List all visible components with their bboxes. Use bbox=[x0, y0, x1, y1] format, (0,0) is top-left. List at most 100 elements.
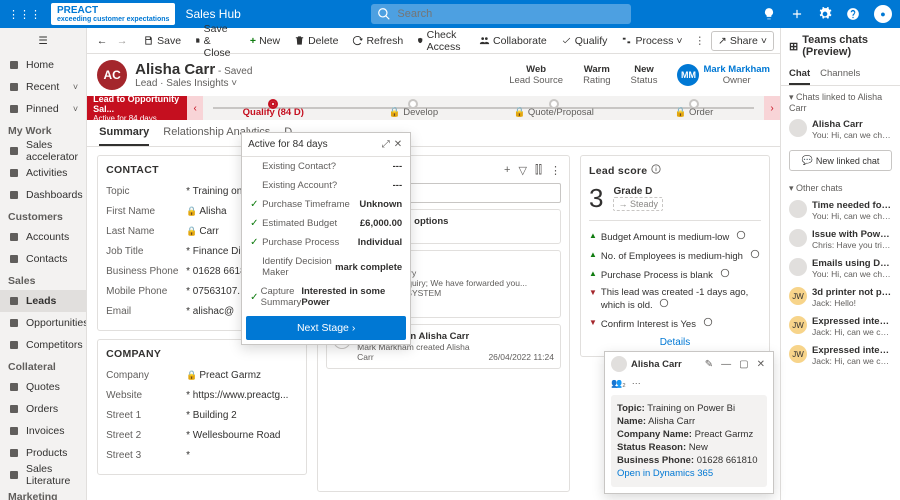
chat-popout-icon[interactable]: ▢ bbox=[737, 359, 750, 370]
tab-0[interactable]: Summary bbox=[99, 120, 149, 146]
settings-icon[interactable] bbox=[818, 7, 832, 21]
info-icon[interactable] bbox=[720, 268, 730, 278]
check-access-button[interactable]: Check Access bbox=[411, 26, 471, 56]
field-value[interactable]: 🔒Preact Garmz bbox=[186, 370, 298, 381]
flyout-field[interactable]: ✓Purchase ProcessIndividual bbox=[242, 233, 410, 252]
refresh-button[interactable]: Refresh bbox=[346, 32, 409, 50]
flyout-field[interactable]: ✓Purchase TimeframeUnknown bbox=[242, 195, 410, 214]
chat-edit-icon[interactable]: ✎ bbox=[703, 359, 715, 370]
field-value[interactable]: * Wellesbourne Road bbox=[186, 430, 298, 441]
timeline-add-icon[interactable]: + bbox=[504, 164, 510, 177]
nav-item-quotes[interactable]: Quotes bbox=[0, 376, 86, 398]
flyout-field[interactable]: Existing Account?--- bbox=[242, 176, 410, 195]
other-chat-item[interactable]: Issue with Power SupplyChris: Have you t… bbox=[781, 225, 900, 254]
flyout-field[interactable]: ✓Capture SummaryInterested in some Power bbox=[242, 282, 410, 312]
process-name[interactable]: Lead to Opportunity Sal... Active for 84… bbox=[87, 96, 187, 120]
flyout-popout-icon[interactable]: ⤢ bbox=[380, 137, 392, 152]
stage-prev[interactable]: ‹ bbox=[187, 96, 203, 120]
chat-more-icon[interactable]: ⋯ bbox=[632, 378, 641, 389]
owner-value[interactable]: Mark Markham bbox=[703, 64, 770, 75]
lightbulb-icon[interactable] bbox=[762, 7, 776, 21]
process-button[interactable]: Process ˅ bbox=[615, 32, 688, 50]
nav-item-sales-accelerator[interactable]: Sales accelerator bbox=[0, 140, 86, 162]
stage-next[interactable]: › bbox=[764, 96, 780, 120]
back-button[interactable]: ← bbox=[93, 32, 111, 50]
save-button[interactable]: Save bbox=[137, 32, 187, 50]
stage-2[interactable]: 🔒 Quote/Proposal bbox=[484, 96, 624, 120]
collaborate-button[interactable]: Collaborate bbox=[473, 32, 553, 50]
new-linked-chat-button[interactable]: 💬New linked chat bbox=[789, 150, 892, 171]
flyout-field[interactable]: Existing Contact?--- bbox=[242, 157, 410, 176]
nav-item-orders[interactable]: Orders bbox=[0, 398, 86, 420]
forward-button[interactable]: → bbox=[113, 32, 131, 50]
next-stage-button[interactable]: Next Stage › bbox=[246, 316, 406, 340]
nav-item-invoices[interactable]: Invoices bbox=[0, 420, 86, 442]
other-chat-item[interactable]: Emails using Dynamics NoYou: Hi, can we … bbox=[781, 254, 900, 283]
nav-item-opportunities[interactable]: Opportunities bbox=[0, 312, 86, 334]
stage-0[interactable]: Qualify (84 D) bbox=[203, 96, 343, 120]
nav-item-sales-literature[interactable]: Sales Literature bbox=[0, 464, 86, 486]
flyout-field[interactable]: Identify Decision Makermark complete bbox=[242, 252, 410, 282]
nav-item-leads[interactable]: Leads bbox=[0, 290, 86, 312]
stage-3[interactable]: 🔒 Order bbox=[624, 96, 764, 120]
nav-item-contacts[interactable]: Contacts bbox=[0, 248, 86, 270]
user-avatar[interactable]: ● bbox=[874, 5, 892, 23]
field-row[interactable]: Street 3* bbox=[106, 446, 298, 466]
search-input[interactable] bbox=[397, 8, 625, 20]
other-chat-item[interactable]: JWExpressed interest in A. DaJack: Hi, c… bbox=[781, 341, 900, 370]
linked-chats-section[interactable]: Chats linked to Alisha Carr bbox=[781, 86, 900, 115]
stage-1[interactable]: 🔒 Develop bbox=[343, 96, 483, 120]
qualify-button[interactable]: Qualify bbox=[555, 32, 614, 50]
field-row[interactable]: Street 1* Building 2 bbox=[106, 406, 298, 426]
teams-tab-chat[interactable]: Chat bbox=[789, 64, 810, 85]
info-icon[interactable] bbox=[703, 317, 713, 327]
nav-item-pinned[interactable]: Pinned˅ bbox=[0, 98, 86, 120]
chat-avatar bbox=[611, 356, 627, 372]
trend-down-icon: ▼ bbox=[589, 288, 597, 297]
shield-icon bbox=[417, 35, 423, 46]
nav-item-competitors[interactable]: Competitors bbox=[0, 334, 86, 356]
other-chat-item[interactable]: JW3d printer not printing coJack: Hello! bbox=[781, 283, 900, 312]
field-value[interactable]: * bbox=[186, 450, 298, 461]
timeline-sort-icon[interactable]: ⫿⫿ bbox=[535, 164, 542, 177]
delete-button[interactable]: Delete bbox=[288, 32, 344, 50]
new-button[interactable]: +New bbox=[244, 32, 286, 50]
info-icon[interactable] bbox=[659, 298, 669, 308]
teams-tab-channels[interactable]: Channels bbox=[820, 64, 860, 85]
nav-item-products[interactable]: Products bbox=[0, 442, 86, 464]
chat-close-icon[interactable]: ✕ bbox=[755, 359, 767, 370]
help-icon[interactable] bbox=[846, 7, 860, 21]
nav-item-recent[interactable]: Recent˅ bbox=[0, 76, 86, 98]
nav-toggle[interactable]: ☰ bbox=[0, 28, 86, 54]
timeline-more-icon[interactable]: ⋮ bbox=[550, 164, 561, 177]
flyout-field[interactable]: ✓Estimated Budget£6,000.00 bbox=[242, 214, 410, 233]
open-dynamics-link[interactable]: Open in Dynamics 365 bbox=[617, 468, 761, 479]
linked-chat-item[interactable]: Alisha Carr You: Hi, can we chat about t… bbox=[781, 115, 900, 144]
info-icon[interactable] bbox=[651, 164, 661, 174]
doc-icon bbox=[8, 425, 20, 437]
field-row[interactable]: Street 2* Wellesbourne Road bbox=[106, 426, 298, 446]
nav-item-accounts[interactable]: Accounts bbox=[0, 226, 86, 248]
field-row[interactable]: Company🔒Preact Garmz bbox=[106, 366, 298, 386]
field-value[interactable]: * https://www.preactg... bbox=[186, 390, 298, 401]
chat-participants-icon[interactable]: 👥₂ bbox=[611, 378, 626, 389]
field-row[interactable]: Website* https://www.preactg... bbox=[106, 386, 298, 406]
global-search[interactable] bbox=[371, 4, 631, 24]
nav-item-activities[interactable]: Activities bbox=[0, 162, 86, 184]
timeline-filter-icon[interactable]: ▽ bbox=[518, 164, 526, 177]
other-chats-section[interactable]: Other chats bbox=[781, 177, 900, 196]
nav-item-home[interactable]: Home bbox=[0, 54, 86, 76]
info-icon[interactable] bbox=[736, 230, 746, 240]
share-button[interactable]: ↗ Share ˅ bbox=[711, 31, 774, 51]
field-value[interactable]: * Building 2 bbox=[186, 410, 298, 421]
details-link[interactable]: Details bbox=[589, 333, 761, 348]
info-icon[interactable] bbox=[750, 249, 760, 259]
nav-item-dashboards[interactable]: Dashboards bbox=[0, 184, 86, 206]
chat-minimize-icon[interactable]: — bbox=[719, 359, 733, 370]
other-chat-item[interactable]: Time needed for Phase 2 ofYou: Hi, can w… bbox=[781, 196, 900, 225]
plus-icon[interactable] bbox=[790, 7, 804, 21]
flyout-close-icon[interactable]: ✕ bbox=[392, 137, 404, 152]
other-chat-item[interactable]: JWExpressed interest in A. DaJack: Hi, c… bbox=[781, 312, 900, 341]
app-launcher-icon[interactable]: ⋮⋮⋮ bbox=[8, 8, 41, 21]
record-subtitle[interactable]: Lead · Sales Insights ˅ bbox=[135, 78, 252, 89]
